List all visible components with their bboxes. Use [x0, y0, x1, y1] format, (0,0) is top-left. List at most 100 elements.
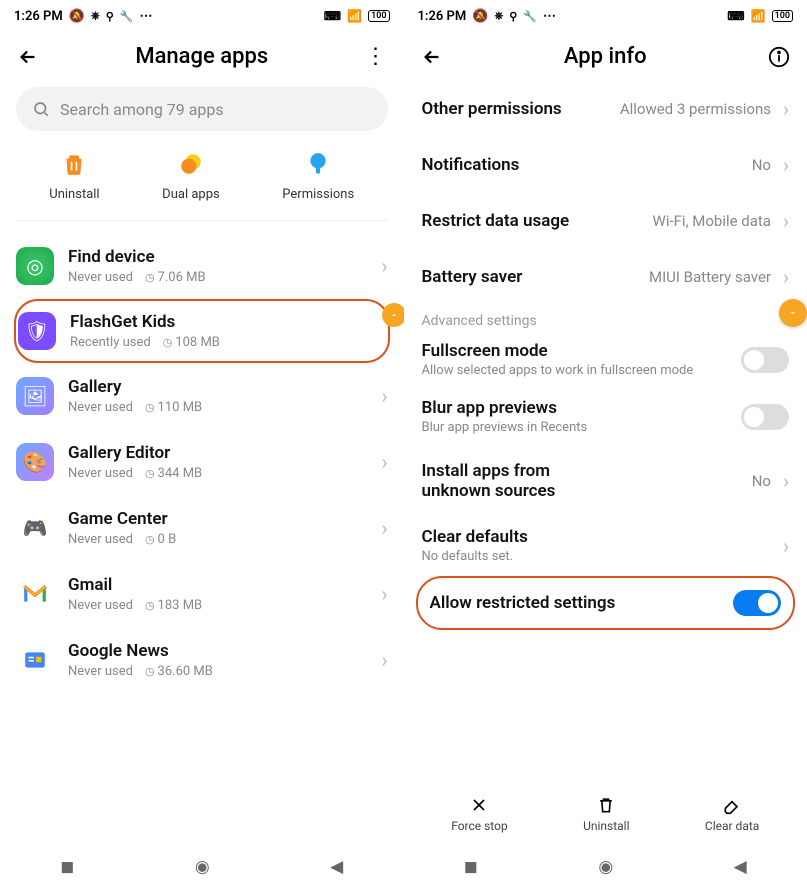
quick-actions: Uninstall Dual apps Permissions — [0, 141, 404, 220]
clock-icon: ◷ — [145, 401, 155, 414]
mic-icon: ⚲ — [509, 10, 517, 23]
action-force-stop[interactable]: Force stop — [451, 795, 508, 833]
row-restrict-data[interactable]: Restrict data usage Wi-Fi, Mobile data › — [404, 193, 807, 249]
wrench-icon: 🔧 — [523, 10, 537, 23]
row-label: Notifications — [422, 155, 740, 175]
clock-icon: ◷ — [145, 467, 155, 480]
loc-icon: ⎈ — [494, 9, 503, 23]
chevron-right-icon: › — [783, 265, 789, 289]
nav-home[interactable]: ◉ — [598, 857, 613, 877]
more-button[interactable]: ⋮ — [362, 44, 390, 69]
app-row-gallery-editor[interactable]: 🎨 Gallery Editor Never used ◷344 MB › — [0, 429, 404, 495]
app-row-google-news[interactable]: Google News Never used ◷36.60 MB › — [0, 627, 404, 693]
row-allow-restricted[interactable]: Allow restricted settings — [416, 576, 796, 630]
nav-recent[interactable]: ◼ — [464, 857, 478, 877]
row-label: Fullscreen mode — [422, 341, 730, 361]
header: App info — [404, 32, 807, 81]
chevron-right-icon: › — [783, 534, 789, 558]
chevron-right-icon: › — [783, 153, 789, 177]
app-usage: Never used — [68, 664, 133, 679]
app-size: 108 MB — [175, 335, 220, 350]
toggle-allow-restricted[interactable] — [733, 590, 781, 616]
trash-icon — [596, 795, 616, 815]
close-icon — [469, 795, 489, 815]
app-usage: Never used — [68, 270, 133, 285]
scroll-indicator-badge — [382, 303, 404, 327]
app-row-find-device[interactable]: ◎ Find device Never used ◷7.06 MB › — [0, 233, 404, 299]
app-list: ◎ Find device Never used ◷7.06 MB › 🛡 Fl… — [0, 221, 404, 845]
loc-icon: ⎈ — [91, 9, 100, 23]
app-row-gmail[interactable]: Gmail Never used ◷183 MB › — [0, 561, 404, 627]
nav-home[interactable]: ◉ — [195, 857, 210, 877]
row-value: No — [752, 156, 771, 174]
clock-icon: ◷ — [145, 599, 155, 612]
status-bar: 1:26 PM 🔕 ⎈ ⚲ 🔧 ⋯ ⌨ 📶 100 — [404, 0, 807, 32]
app-usage: Never used — [68, 400, 133, 415]
app-row-game-center[interactable]: 🎮 Game Center Never used ◷0 B › — [0, 495, 404, 561]
row-label: Clear defaults — [422, 527, 771, 547]
nav-back[interactable]: ◀ — [330, 857, 343, 877]
row-notifications[interactable]: Notifications No › — [404, 137, 807, 193]
row-fullscreen[interactable]: Fullscreen mode Allow selected apps to w… — [404, 335, 807, 388]
search-placeholder: Search among 79 apps — [60, 100, 224, 119]
row-label: Restrict data usage — [422, 211, 641, 231]
chevron-right-icon: › — [783, 469, 789, 493]
qa-uninstall[interactable]: Uninstall — [49, 149, 99, 202]
app-name: Gallery Editor — [68, 443, 367, 463]
chevron-right-icon: › — [783, 209, 789, 233]
row-label: Other permissions — [422, 99, 608, 119]
chevron-right-icon: › — [381, 516, 387, 540]
battery-icon: 100 — [772, 10, 793, 22]
toggle-blur[interactable] — [741, 404, 789, 430]
app-info-list: Other permissions Allowed 3 permissions … — [404, 81, 807, 787]
qa-dual[interactable]: Dual apps — [162, 149, 220, 202]
scroll-indicator-badge — [779, 299, 807, 327]
wifi-icon: 📶 — [347, 9, 362, 23]
row-clear-defaults[interactable]: Clear defaults No defaults set. › — [404, 517, 807, 574]
dual-icon — [176, 149, 206, 179]
app-usage: Never used — [68, 466, 133, 481]
mic-icon: ⚲ — [106, 10, 114, 23]
row-unknown-sources[interactable]: Install apps from unknown sources No › — [404, 445, 807, 517]
row-value: MIUI Battery saver — [649, 268, 771, 286]
find-device-icon: ◎ — [16, 247, 54, 285]
row-label: Blur app previews — [422, 398, 730, 418]
action-uninstall[interactable]: Uninstall — [583, 795, 629, 833]
row-sub: Blur app previews in Recents — [422, 420, 730, 435]
row-label: Allow restricted settings — [430, 593, 722, 613]
app-name: Gmail — [68, 575, 367, 595]
app-size: 110 MB — [158, 400, 203, 415]
app-name: Gallery — [68, 377, 367, 397]
app-usage: Never used — [68, 598, 133, 613]
row-label: Battery saver — [422, 267, 637, 287]
battery-icon: 100 — [368, 10, 389, 22]
more-icon: ⋯ — [543, 9, 556, 24]
back-button[interactable] — [418, 46, 446, 68]
app-row-flashget-kids[interactable]: 🛡 FlashGet Kids Recently used ◷108 MB — [14, 299, 390, 363]
clock-icon: ◷ — [145, 533, 155, 546]
page-title: Manage apps — [42, 44, 362, 69]
mute-icon: 🔕 — [69, 9, 85, 24]
qa-permissions[interactable]: Permissions — [282, 149, 354, 202]
eraser-icon — [722, 795, 742, 815]
app-row-gallery[interactable]: 🖼 Gallery Never used ◷110 MB › — [0, 363, 404, 429]
row-blur[interactable]: Blur app previews Blur app previews in R… — [404, 388, 807, 445]
gallery-editor-icon: 🎨 — [16, 443, 54, 481]
nav-back[interactable]: ◀ — [734, 857, 747, 877]
trash-icon — [59, 149, 89, 179]
app-size: 344 MB — [158, 466, 203, 481]
app-name: FlashGet Kids — [70, 312, 386, 332]
search-input[interactable]: Search among 79 apps — [16, 87, 388, 131]
back-button[interactable] — [14, 46, 42, 68]
action-clear-data[interactable]: Clear data — [705, 795, 759, 833]
search-icon — [32, 100, 50, 118]
app-name: Google News — [68, 641, 367, 661]
info-button[interactable] — [765, 46, 793, 68]
row-other-permissions[interactable]: Other permissions Allowed 3 permissions … — [404, 81, 807, 137]
chevron-right-icon: › — [381, 254, 387, 278]
nav-recent[interactable]: ◼ — [60, 857, 74, 877]
toggle-fullscreen[interactable] — [741, 347, 789, 373]
row-battery-saver[interactable]: Battery saver MIUI Battery saver › — [404, 249, 807, 305]
action-label: Clear data — [705, 819, 759, 833]
mute-icon: 🔕 — [472, 9, 488, 24]
